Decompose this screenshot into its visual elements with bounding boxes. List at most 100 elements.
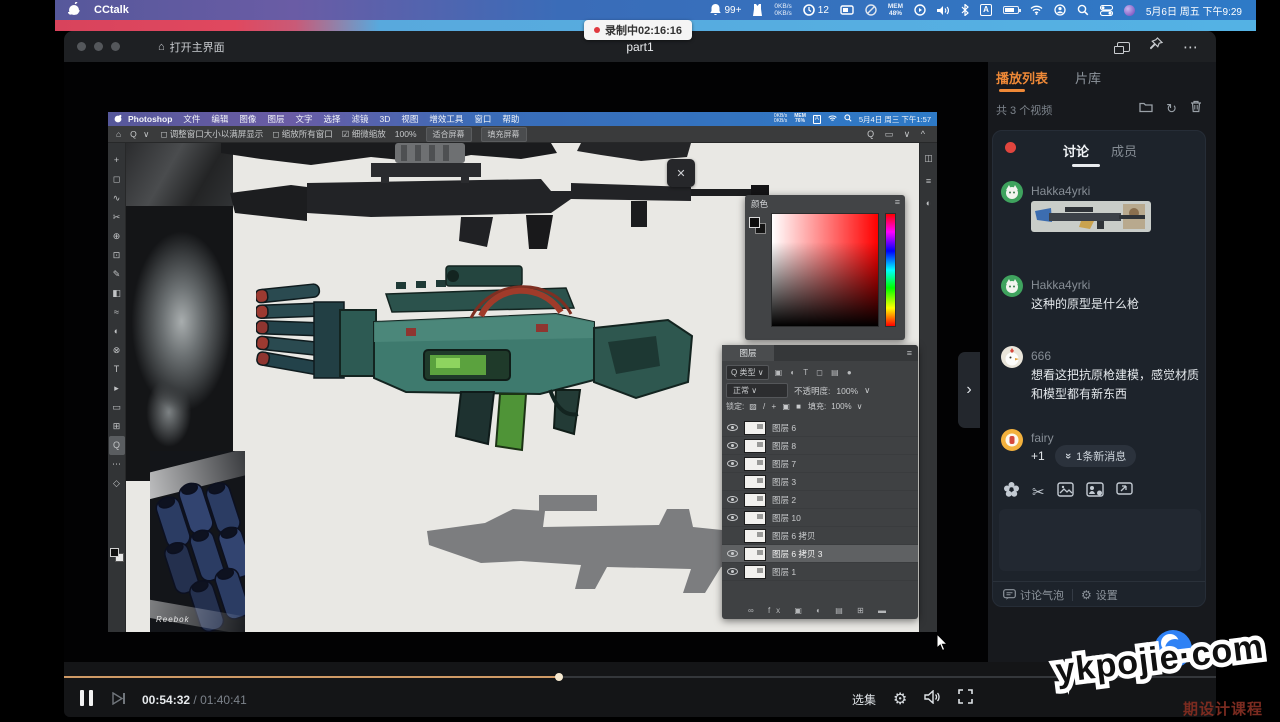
settings-button[interactable]: ⚙ 设置 bbox=[1081, 587, 1118, 603]
ps-layers-panel: 图层 ≡ Q 类型 ∨ ▣ ◐ T ◻ ▤ ● 正常 ∨ 不透明度: 100% … bbox=[722, 345, 918, 619]
layer-row: 图层 6 拷贝 bbox=[722, 527, 918, 545]
trash-icon[interactable] bbox=[1190, 100, 1202, 118]
layer-thumbnail bbox=[744, 565, 766, 579]
network-speed[interactable]: 0KB/s 0KB/s bbox=[774, 3, 791, 17]
reference-photo-bottles: Reebok bbox=[150, 451, 245, 632]
picture-in-picture-button[interactable] bbox=[1117, 42, 1130, 52]
layers-list: 图层 6 图层 8 图层 7 图层 3 图层 2 图层 10 图层 6 拷贝 图… bbox=[722, 419, 918, 581]
spotlight-search-icon[interactable] bbox=[1077, 4, 1089, 16]
menubar-app-name[interactable]: CCtalk bbox=[94, 4, 129, 16]
tab-discussion[interactable]: 讨论 bbox=[1063, 141, 1089, 160]
ps-floating-close-button: ✕ bbox=[667, 159, 695, 187]
tab-playlist[interactable]: 播放列表 bbox=[996, 68, 1048, 87]
layer-name: 图层 6 拷贝 3 bbox=[772, 548, 823, 560]
ps-ime-badge: A bbox=[813, 115, 821, 124]
tab-members[interactable]: 成员 bbox=[1111, 141, 1137, 160]
visibility-eye-icon bbox=[727, 568, 738, 575]
avatar[interactable] bbox=[1001, 429, 1023, 451]
share-bubble-icon[interactable] bbox=[1116, 482, 1133, 501]
net-down: 0KB/s bbox=[774, 10, 791, 17]
macos-menubar: CCtalk 99+ 0KB/s 0KB/s 12 MEM 48% bbox=[55, 0, 1256, 20]
control-center-icon[interactable] bbox=[1100, 5, 1113, 16]
apple-icon[interactable] bbox=[68, 2, 80, 19]
ps-statusbar: 0KB/s 0KB/s MEM 76% A 5月4日 周三 下午1:57 bbox=[774, 114, 931, 125]
folder-icon[interactable] bbox=[1139, 100, 1153, 118]
user-account-icon[interactable] bbox=[1054, 4, 1066, 16]
menubar-datetime[interactable]: 5月6日 周五 下午9:29 bbox=[1146, 3, 1242, 18]
chat-username: 666 bbox=[1031, 349, 1051, 363]
visibility-eye-icon bbox=[727, 550, 738, 557]
emoji-flower-icon[interactable] bbox=[1003, 481, 1020, 502]
player-settings-gear-icon[interactable]: ⚙ bbox=[893, 689, 907, 709]
recording-status-badge: 录制中02:16:16 bbox=[584, 20, 692, 40]
ps-search-icon bbox=[844, 114, 852, 124]
panel-menu-icon: ≡ bbox=[895, 197, 900, 207]
ps-home-icon: ⌂ bbox=[116, 129, 121, 139]
memory-status[interactable]: MEM 48% bbox=[888, 3, 903, 17]
dropdown-icon: ∨ bbox=[857, 402, 863, 411]
pause-button[interactable] bbox=[80, 690, 93, 706]
ps-zoom-value: 100% bbox=[395, 129, 417, 139]
ps-options-bar: ⌂ Q ∨ ◻ 调整窗口大小以满屏显示 ◻ 缩放所有窗口 ☑ 细微缩放 100% bbox=[108, 126, 937, 143]
sync-icon[interactable]: ↻ bbox=[1166, 101, 1177, 117]
id-card-icon[interactable] bbox=[1086, 482, 1104, 501]
ps-color-panel: 颜色 ≡ bbox=[745, 195, 905, 340]
panel-collapse-handle[interactable]: › bbox=[958, 352, 980, 428]
window-title: part1 bbox=[64, 40, 1216, 54]
layer-thumbnail bbox=[744, 529, 766, 543]
shirt-status-icon[interactable] bbox=[752, 4, 763, 16]
notification-count: 99+ bbox=[724, 5, 741, 16]
image-upload-icon[interactable] bbox=[1057, 482, 1074, 501]
checkbox-icon: ◻ bbox=[272, 129, 279, 139]
visibility-eye-icon bbox=[727, 460, 738, 467]
layer-row: 图层 2 bbox=[722, 491, 918, 509]
next-episode-button[interactable] bbox=[112, 692, 126, 710]
recording-dot-icon bbox=[594, 27, 600, 33]
volume-icon[interactable] bbox=[924, 690, 941, 709]
creative-cloud-icon[interactable] bbox=[865, 4, 877, 16]
input-method-badge[interactable]: A bbox=[980, 4, 992, 16]
ps-menubar: Photoshop文件编辑图像图层文字选择滤镜3D视图增效工具窗口帮助 0KB/… bbox=[108, 112, 937, 126]
progress-playhead[interactable] bbox=[555, 673, 563, 681]
new-message-text: 1条新消息 bbox=[1076, 448, 1126, 464]
chat-input[interactable] bbox=[999, 509, 1201, 571]
video-player-surface[interactable]: Photoshop文件编辑图像图层文字选择滤镜3D视图增效工具窗口帮助 0KB/… bbox=[64, 62, 988, 662]
layer-name: 图层 7 bbox=[772, 458, 796, 470]
battery-icon[interactable] bbox=[1003, 6, 1019, 14]
bubble-toggle-button[interactable]: 讨论气泡 bbox=[1003, 587, 1064, 603]
app-status-dot-icon[interactable] bbox=[1124, 5, 1135, 16]
avatar[interactable] bbox=[1001, 346, 1023, 368]
chat-image-attachment[interactable] bbox=[1031, 201, 1151, 232]
wifi-icon[interactable] bbox=[1030, 5, 1043, 15]
volume-status-icon[interactable] bbox=[937, 5, 950, 16]
new-message-badge[interactable]: » 1条新消息 bbox=[1055, 445, 1136, 467]
ps-net-down: 0KB/s bbox=[774, 119, 787, 125]
ps-zoom-tool-icon: Q ∨ bbox=[130, 129, 151, 140]
reference-brand-label: Reebok bbox=[156, 615, 190, 624]
reference-photo-top-left bbox=[126, 143, 233, 206]
avatar[interactable] bbox=[1001, 275, 1023, 297]
display-icon[interactable] bbox=[840, 5, 854, 16]
tab-library[interactable]: 片库 bbox=[1075, 68, 1101, 87]
chat-toolbar: ✂ bbox=[1003, 481, 1133, 502]
fill-value: 100% bbox=[831, 402, 851, 411]
concept-gun-artwork bbox=[256, 258, 706, 473]
episodes-button[interactable]: 选集 bbox=[852, 691, 876, 708]
avatar[interactable] bbox=[1001, 181, 1023, 203]
layer-row-selected: 图层 6 拷贝 3 bbox=[722, 545, 918, 563]
ps-color-panel-title: 颜色 bbox=[751, 198, 768, 210]
visibility-eye-icon bbox=[727, 442, 738, 449]
visibility-eye-icon bbox=[727, 424, 738, 431]
mem-label: MEM bbox=[888, 3, 903, 10]
opacity-value: 100% bbox=[836, 386, 858, 396]
fullscreen-icon[interactable] bbox=[958, 689, 973, 709]
bluetooth-icon[interactable] bbox=[961, 4, 969, 16]
scissors-cut-icon[interactable]: ✂ bbox=[1032, 483, 1045, 501]
double-chevron-down-icon: » bbox=[1062, 453, 1074, 459]
timer-status[interactable]: 12 bbox=[803, 4, 829, 16]
time-current: 00:54:32 bbox=[142, 693, 190, 707]
video-count-label: 共 3 个视频 bbox=[996, 102, 1052, 118]
play-status-icon[interactable] bbox=[914, 4, 926, 16]
gear-icon: ⚙ bbox=[1081, 588, 1092, 602]
notification-bell[interactable]: 99+ bbox=[710, 4, 741, 16]
